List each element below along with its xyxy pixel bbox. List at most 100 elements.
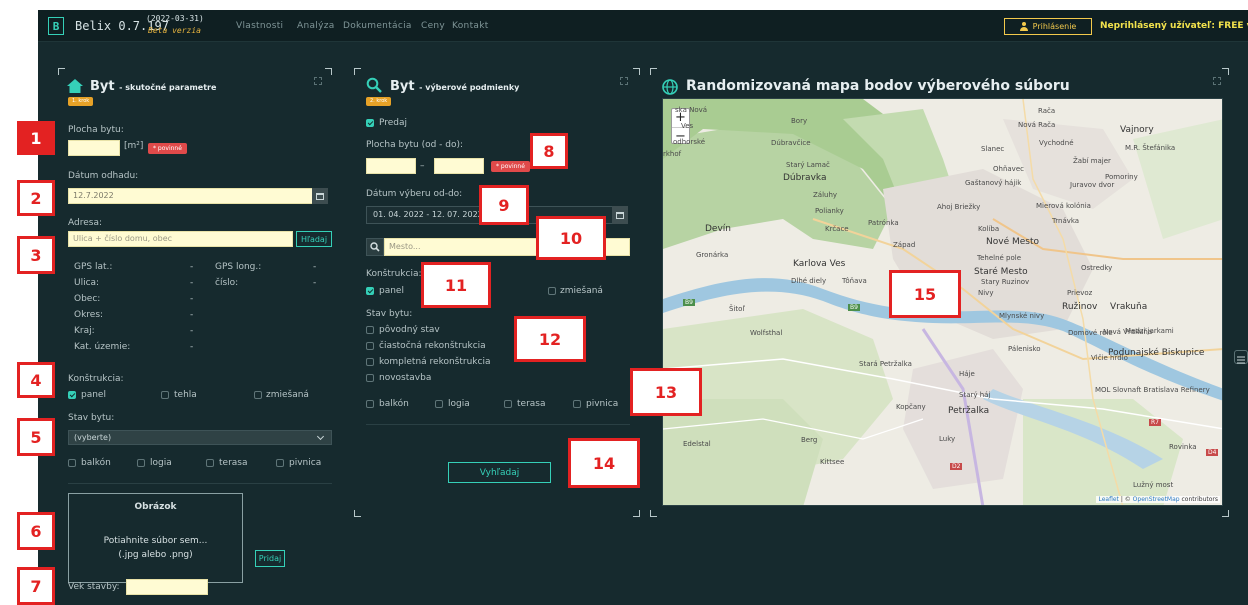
area-unit: [m²] bbox=[124, 141, 144, 151]
map-place-label: Mlynské nivy bbox=[999, 312, 1045, 320]
map-place-label: Nová Rača bbox=[1018, 121, 1056, 129]
area-input[interactable] bbox=[68, 140, 120, 156]
city-search-icon[interactable] bbox=[366, 238, 384, 256]
age-input[interactable] bbox=[126, 579, 208, 595]
annotation-marker-1: 1 bbox=[17, 121, 55, 155]
map-place-label: Pomoriny bbox=[1105, 173, 1138, 181]
loggia-checkbox[interactable] bbox=[137, 459, 145, 467]
annotation-marker-11: 11 bbox=[421, 262, 491, 308]
expand-icon[interactable] bbox=[1213, 77, 1221, 85]
original-state-label: pôvodný stav bbox=[379, 325, 440, 335]
area-to-input[interactable] bbox=[434, 158, 484, 174]
map-place-label: odhorské bbox=[673, 138, 706, 146]
add-image-button[interactable]: Pridaj bbox=[255, 550, 285, 567]
top-bar: B Belix 0.7.197 (2022-03-31) Beta verzia… bbox=[38, 10, 1248, 42]
map-place-label: Polianky bbox=[815, 207, 844, 215]
street-label: Ulica: bbox=[74, 278, 100, 288]
globe-icon bbox=[662, 79, 678, 95]
expand-icon[interactable] bbox=[314, 77, 322, 85]
map-place-label: Gaštanový hájik bbox=[965, 179, 1022, 187]
brick-checkbox[interactable] bbox=[161, 391, 169, 399]
chevron-down-icon bbox=[316, 432, 325, 441]
address-search-button[interactable]: Hľadaj bbox=[296, 231, 332, 247]
panel-checkbox[interactable] bbox=[366, 287, 374, 295]
logo-icon[interactable]: B bbox=[48, 17, 64, 35]
user-icon bbox=[1019, 22, 1028, 31]
full-reno-checkbox[interactable] bbox=[366, 358, 374, 366]
nav-ceny[interactable]: Ceny bbox=[421, 21, 445, 31]
sale-checkbox[interactable] bbox=[366, 119, 374, 127]
mixed-checkbox[interactable] bbox=[254, 391, 262, 399]
image-drop-text: Potiahnite súbor sem... bbox=[103, 536, 208, 546]
middle-panel-title: Byt - výberové podmienky bbox=[390, 79, 520, 94]
balcony-checkbox[interactable] bbox=[366, 400, 374, 408]
nav-dokumentacia[interactable]: Dokumentácia bbox=[343, 21, 412, 31]
address-input[interactable]: Ulica + číslo domu, obec bbox=[68, 231, 293, 247]
district-label: Okres: bbox=[74, 310, 104, 320]
map-place-label: Západ bbox=[893, 241, 916, 249]
road-shield-label: B9 bbox=[848, 304, 860, 311]
terrace-checkbox[interactable] bbox=[504, 400, 512, 408]
annotation-marker-9: 9 bbox=[479, 185, 529, 225]
search-button[interactable]: Vyhľadaj bbox=[448, 462, 551, 483]
area-from-input[interactable] bbox=[366, 158, 416, 174]
loggia-checkbox[interactable] bbox=[435, 400, 443, 408]
terrace-checkbox[interactable] bbox=[206, 459, 214, 467]
panel-checkbox[interactable] bbox=[68, 391, 76, 399]
original-state-checkbox[interactable] bbox=[366, 326, 374, 334]
settings-slider-icon[interactable] bbox=[1234, 350, 1248, 364]
map-place-label: Prievoz bbox=[1067, 289, 1093, 297]
condition-select-value: (vyberte) bbox=[74, 433, 112, 442]
sale-label: Predaj bbox=[379, 118, 408, 128]
street-value: - bbox=[190, 278, 194, 288]
annotation-marker-10: 10 bbox=[536, 216, 606, 260]
map-place-label: Petržalka bbox=[948, 406, 990, 416]
cellar-checkbox[interactable] bbox=[573, 400, 581, 408]
road-shield-label: R7 bbox=[1149, 419, 1161, 426]
map-place-label: Luky bbox=[939, 435, 956, 443]
map-place-label: MOL Slovnaft Bratislava Refinery bbox=[1095, 386, 1210, 394]
cellar-checkbox[interactable] bbox=[276, 459, 284, 467]
date-input[interactable]: 12.7.2022 bbox=[68, 188, 320, 204]
map-place-label: Nové Mesto bbox=[986, 237, 1039, 247]
image-types-text: (.jpg alebo .png) bbox=[118, 550, 193, 560]
road-shield-label: D2 bbox=[950, 463, 963, 470]
mixed-checkbox[interactable] bbox=[548, 287, 556, 295]
cadastral-label: Kat. územie: bbox=[74, 342, 131, 352]
annotation-marker-4: 4 bbox=[17, 362, 55, 398]
attribution-tail: contributors bbox=[1179, 496, 1219, 503]
nav-vlastnosti[interactable]: Vlastnosti bbox=[236, 21, 283, 31]
expand-icon[interactable] bbox=[620, 77, 628, 85]
balcony-label: balkón bbox=[379, 399, 409, 409]
map-place-label: Kopčany bbox=[896, 403, 926, 411]
nav-analyza[interactable]: Analýza bbox=[297, 21, 335, 31]
map-place-label: Kittsee bbox=[820, 458, 845, 466]
gps-lat-label: GPS lat.: bbox=[74, 262, 113, 272]
calendar-icon[interactable] bbox=[312, 188, 328, 204]
calendar-icon[interactable] bbox=[612, 206, 628, 224]
leaflet-link[interactable]: Leaflet bbox=[1098, 496, 1118, 503]
partial-reno-label: čiastočná rekonštrukcia bbox=[379, 341, 486, 351]
gps-long-label: GPS long.: bbox=[215, 262, 262, 272]
osm-link[interactable]: OpenStreetMap bbox=[1133, 496, 1180, 503]
image-dropzone[interactable]: Obrázok Potiahnite súbor sem... (.jpg al… bbox=[68, 493, 243, 583]
map-place-label: Stary Ruzinov bbox=[981, 278, 1030, 286]
map-place-label: Trnávka bbox=[1052, 217, 1080, 225]
map-place-label: Žabí majer bbox=[1073, 157, 1111, 165]
map-place-label: Gronárka bbox=[696, 251, 729, 259]
municipality-label: Obec: bbox=[74, 294, 101, 304]
map-place-label: Karlova Ves bbox=[793, 259, 846, 269]
condition-select[interactable]: (vyberte) bbox=[68, 430, 332, 445]
new-building-checkbox[interactable] bbox=[366, 374, 374, 382]
construction-label: Konštrukcia: bbox=[366, 269, 422, 279]
login-button[interactable]: Prihlásenie bbox=[1004, 18, 1092, 35]
balcony-checkbox[interactable] bbox=[68, 459, 76, 467]
map-place-label: M.R. Štefánika bbox=[1125, 144, 1176, 152]
map-place-label: Rovinka bbox=[1169, 443, 1197, 451]
map-place-label: Tôňava bbox=[842, 277, 867, 285]
nav-kontakt[interactable]: Kontakt bbox=[452, 21, 489, 31]
search-icon bbox=[366, 77, 382, 93]
full-reno-label: kompletná rekonštrukcia bbox=[379, 357, 491, 367]
map-place-label: Ves bbox=[681, 122, 694, 130]
partial-reno-checkbox[interactable] bbox=[366, 342, 374, 350]
